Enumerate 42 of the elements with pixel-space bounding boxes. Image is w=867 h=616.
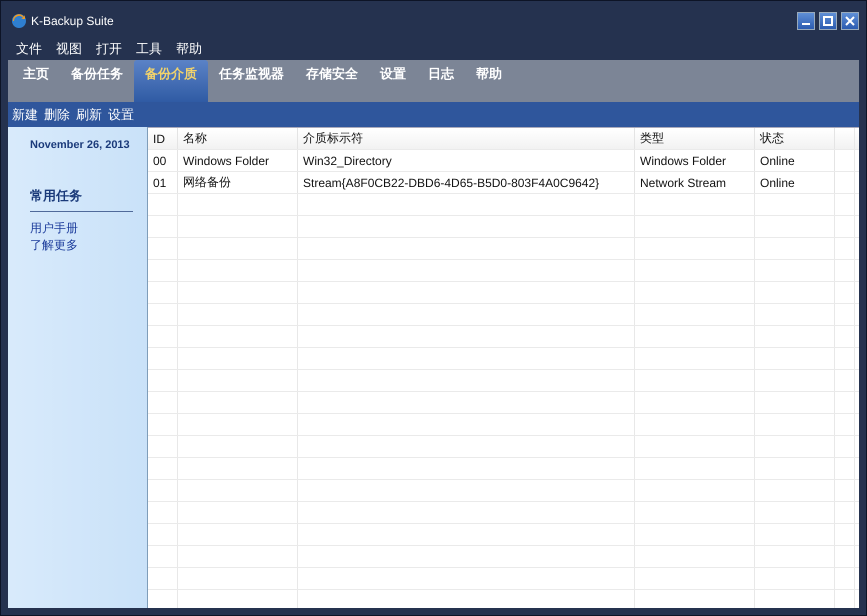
column-header[interactable]: 名称 — [178, 128, 298, 149]
maximize-icon — [823, 16, 833, 26]
minimize-button[interactable] — [797, 12, 815, 30]
close-icon — [845, 16, 855, 26]
nav-tab[interactable]: 日志 — [417, 60, 465, 102]
menu-item[interactable]: 帮助 — [176, 40, 202, 58]
column-header[interactable]: 类型 — [635, 128, 755, 149]
nav-tab[interactable]: 帮助 — [465, 60, 513, 102]
column-header[interactable]: 状态 — [755, 128, 835, 149]
column-header[interactable]: ID — [148, 128, 178, 149]
toolbar-button[interactable]: 设置 — [108, 106, 134, 124]
menu-item[interactable]: 工具 — [136, 40, 162, 58]
column-header[interactable]: 介质标示符 — [298, 128, 635, 149]
sidebar-link[interactable]: 了解更多 — [30, 237, 147, 254]
nav-tab[interactable]: 设置 — [369, 60, 417, 102]
window-title: K-Backup Suite — [31, 14, 115, 28]
toolbar-button[interactable]: 删除 — [44, 106, 70, 124]
table-cell: Online — [755, 150, 835, 171]
toolbar-button[interactable]: 新建 — [12, 106, 38, 124]
table-cell: Stream{A8F0CB22-DBD6-4D65-B5D0-803F4A0C9642} — [298, 172, 635, 193]
menu-item[interactable]: 文件 — [16, 40, 42, 58]
menu-item[interactable]: 打开 — [96, 40, 122, 58]
sidebar-link[interactable]: 用户手册 — [30, 220, 147, 237]
nav-tab[interactable]: 备份任务 — [60, 60, 134, 102]
date-label: November 26, 2013 — [30, 139, 131, 151]
toolbar-button[interactable]: 刷新 — [76, 106, 102, 124]
menu-item[interactable]: 视图 — [56, 40, 82, 58]
section-title: 常用任务 — [30, 187, 133, 212]
table-cell: 01 — [148, 172, 178, 193]
close-button[interactable] — [841, 12, 859, 30]
maximize-button[interactable] — [819, 12, 837, 30]
app-logo-icon — [11, 13, 27, 29]
nav-tab[interactable]: 任务监视器 — [208, 60, 295, 102]
table-cell: Win32_Directory — [298, 150, 635, 171]
table-cell: Network Stream — [635, 172, 755, 193]
table-cell: 网络备份 — [178, 172, 298, 193]
table-cell: Online — [755, 172, 835, 193]
table-cell: 00 — [148, 150, 178, 171]
table-cell: Windows Folder — [635, 150, 755, 171]
nav-tab[interactable]: 存储安全 — [295, 60, 369, 102]
table-cell: Windows Folder — [178, 150, 298, 171]
nav-tab[interactable]: 主页 — [12, 60, 60, 102]
